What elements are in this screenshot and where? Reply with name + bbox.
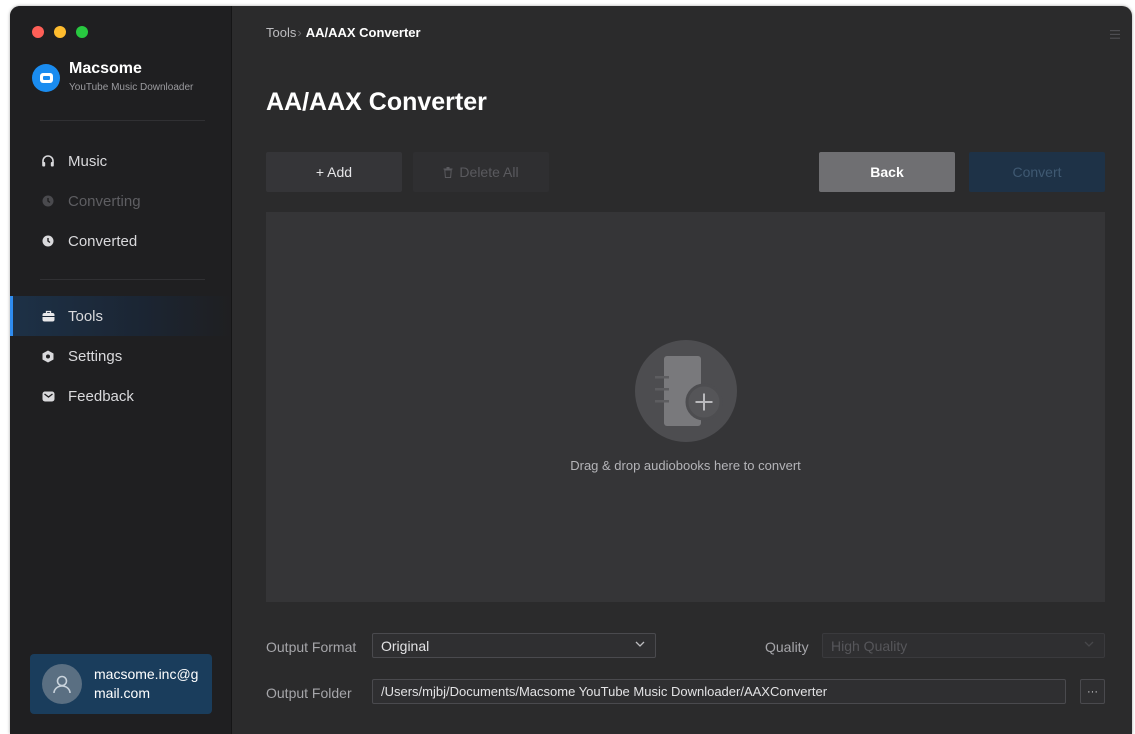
delete-all-button[interactable]: Delete All	[413, 152, 549, 192]
page-title: AA/AAX Converter	[266, 88, 487, 116]
quality-select[interactable]: High Quality	[822, 633, 1105, 658]
app-subtitle: YouTube Music Downloader	[69, 82, 194, 93]
sidebar-item-label: Music	[68, 152, 108, 170]
convert-button-label: Convert	[1012, 164, 1062, 180]
drop-hint: Drag & drop audiobooks here to convert	[570, 458, 801, 473]
menu-icon[interactable]	[1110, 26, 1120, 44]
output-folder-label: Output Folder	[266, 685, 352, 701]
sidebar-nav-secondary: Tools Settings Feedback	[10, 296, 231, 416]
browse-folder-button[interactable]: ···	[1080, 679, 1105, 704]
clock-icon	[40, 195, 56, 207]
output-folder-field[interactable]: /Users/mjbj/Documents/Macsome YouTube Mu…	[372, 679, 1066, 704]
delete-all-label: Delete All	[459, 164, 519, 180]
sidebar-divider	[40, 120, 205, 121]
trash-icon	[443, 166, 453, 178]
gear-icon	[40, 350, 56, 363]
quality-label: Quality	[765, 639, 809, 655]
sidebar-item-label: Tools	[68, 307, 104, 325]
drop-zone[interactable]: Drag & drop audiobooks here to convert	[266, 212, 1105, 602]
sidebar-item-converted[interactable]: Converted	[10, 221, 231, 261]
output-format-select[interactable]: Original	[372, 633, 656, 658]
chevron-down-icon	[635, 641, 645, 647]
quality-value: High Quality	[831, 637, 908, 654]
output-format-value: Original	[381, 637, 430, 654]
more-icon: ···	[1087, 685, 1098, 698]
add-button-label: + Add	[315, 164, 353, 180]
zoom-window-button[interactable]	[76, 26, 88, 38]
sidebar: Macsome YouTube Music Downloader Music C…	[10, 6, 232, 734]
breadcrumb-root[interactable]: Tools	[266, 25, 296, 40]
mail-icon	[40, 391, 56, 402]
sidebar-item-music[interactable]: Music	[10, 141, 231, 181]
add-audiobook-icon	[634, 339, 738, 448]
add-button[interactable]: + Add	[266, 152, 402, 192]
user-icon	[53, 675, 71, 694]
toolbox-icon	[40, 310, 56, 322]
breadcrumb: Tools› AA/AAX Converter	[266, 25, 421, 40]
app-name: Macsome	[69, 60, 142, 77]
breadcrumb-current: AA/AAX Converter	[305, 25, 421, 40]
sidebar-item-tools[interactable]: Tools	[10, 296, 231, 336]
sidebar-item-label: Converting	[68, 192, 141, 210]
avatar	[42, 664, 82, 704]
account-card[interactable]: macsome.inc@gmail.com	[30, 654, 212, 714]
convert-button[interactable]: Convert	[969, 152, 1105, 192]
minimize-window-button[interactable]	[54, 26, 66, 38]
back-button-label: Back	[870, 164, 904, 180]
app-window: Macsome YouTube Music Downloader Music C…	[10, 6, 1132, 734]
chevron-down-icon	[1084, 641, 1094, 647]
breadcrumb-separator: ›	[297, 25, 302, 40]
brand: Macsome YouTube Music Downloader	[32, 60, 193, 93]
sidebar-divider	[40, 279, 205, 280]
sidebar-item-feedback[interactable]: Feedback	[10, 376, 231, 416]
sidebar-item-label: Settings	[68, 347, 123, 365]
sidebar-item-settings[interactable]: Settings	[10, 336, 231, 376]
close-window-button[interactable]	[32, 26, 44, 38]
clock-icon	[40, 235, 56, 247]
sidebar-item-converting[interactable]: Converting	[10, 181, 231, 221]
output-folder-path: /Users/mjbj/Documents/Macsome YouTube Mu…	[381, 684, 828, 699]
headphones-icon	[40, 154, 56, 168]
output-format-label: Output Format	[266, 639, 357, 655]
back-button[interactable]: Back	[819, 152, 955, 192]
sidebar-nav-primary: Music Converting Converted	[10, 141, 231, 261]
account-email: macsome.inc@gmail.com	[94, 666, 199, 701]
main-panel: Tools› AA/AAX Converter AA/AAX Converter …	[232, 6, 1132, 734]
window-controls	[32, 26, 88, 38]
sidebar-item-label: Feedback	[68, 387, 134, 405]
sidebar-item-label: Converted	[68, 232, 138, 250]
app-logo-icon	[32, 64, 60, 92]
